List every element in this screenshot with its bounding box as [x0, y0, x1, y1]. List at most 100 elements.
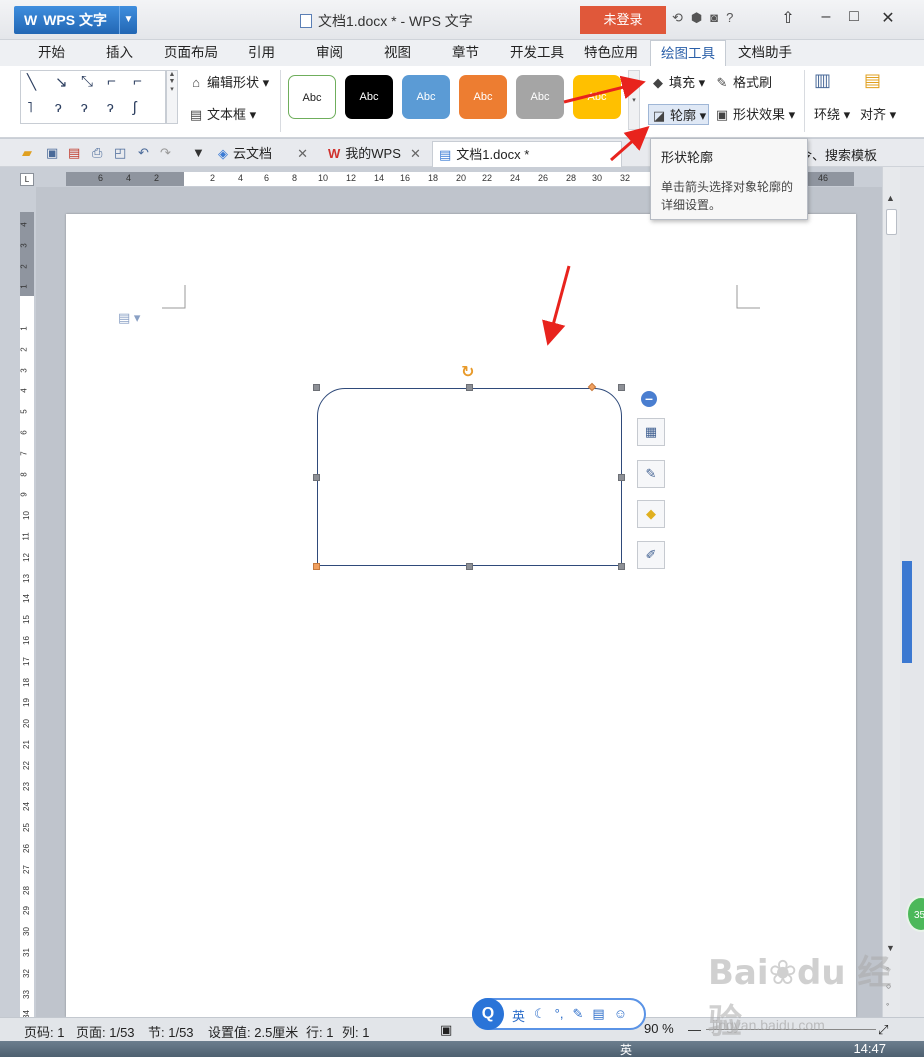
wps-app-menu-button[interactable]: W WPS 文字 ▼ — [14, 6, 137, 34]
wrench-icon[interactable]: ✎ — [572, 1006, 583, 1025]
resize-handle-r[interactable] — [618, 474, 625, 481]
tab-stop-selector[interactable]: L — [20, 173, 34, 186]
shape-style-blue[interactable]: Abc — [402, 75, 450, 119]
ime-toolbar[interactable]: Q 英 ☾ °, ✎ ▤ ☺ — [472, 998, 646, 1030]
arrow-line-icon[interactable]: ↘ — [55, 73, 68, 91]
emoji-icon[interactable]: ☺ — [614, 1006, 627, 1025]
resize-handle-bl[interactable] — [313, 563, 320, 570]
text-box-button[interactable]: ▤ 文本框 ▾ — [188, 104, 256, 123]
layout-options-icon[interactable]: ▦ — [637, 418, 665, 446]
wrap-button[interactable]: 环绕 ▾ — [814, 104, 850, 123]
customize-dropdown-icon[interactable]: ▼ — [192, 145, 205, 160]
align-button[interactable]: 对齐 ▾ — [860, 104, 896, 123]
fill-button[interactable]: ◆ 填充 ▾ — [650, 72, 705, 91]
wrap-icon[interactable]: ▥ — [814, 70, 831, 91]
resize-handle-l[interactable] — [313, 474, 320, 481]
tab-section[interactable]: 章节 — [452, 40, 479, 66]
tab-developer[interactable]: 开发工具 — [510, 40, 564, 66]
align-icon[interactable]: ▤ — [864, 70, 881, 91]
zoom-out-button[interactable]: — — [688, 1022, 701, 1037]
tab-doc-assistant[interactable]: 文档助手 — [738, 40, 792, 66]
feedback-icon[interactable]: ◙ — [710, 10, 718, 26]
shape-effect-button[interactable]: ▣ 形状效果 ▾ — [714, 104, 795, 123]
shape-style-gray[interactable]: Abc — [516, 75, 564, 119]
shape-style-orange[interactable]: Abc — [459, 75, 507, 119]
scroll-up-icon[interactable]: ▲ — [886, 193, 895, 203]
export-pdf-icon[interactable]: ▤ — [68, 145, 80, 161]
shapes-gallery[interactable]: ╲ ↘ ⤡ ⌐ ⌐ ˥ ɂ ɂ ɂ ʃ — [20, 70, 166, 124]
ime-language-toggle[interactable]: 英 — [512, 1006, 525, 1025]
double-arrow-line-icon[interactable]: ⤡ — [81, 73, 93, 90]
clipboard-icon[interactable]: ▤ — [592, 1006, 604, 1025]
styles-scrollbar[interactable]: ▾ — [628, 70, 640, 130]
outline-tooltip: 形状轮廓 单击箭头选择对象轮廓的详细设置。 — [650, 138, 808, 220]
fill-color-icon[interactable]: ◆ — [637, 500, 665, 528]
curve-double-arrow-icon[interactable]: ɂ — [107, 99, 114, 116]
tab-my-wps[interactable]: W 我的WPS ✕ — [322, 141, 421, 167]
shape-style-white[interactable]: Abc — [288, 75, 336, 119]
maximize-button[interactable]: □ — [842, 8, 866, 26]
tab-special[interactable]: 特色应用 — [584, 40, 638, 66]
print-preview-icon[interactable]: ◰ — [114, 145, 126, 161]
shape-style-gold[interactable]: Abc — [573, 75, 621, 119]
collapse-tools-button[interactable]: – — [641, 391, 657, 407]
resize-handle-b[interactable] — [466, 563, 473, 570]
resize-handle-t[interactable] — [466, 384, 473, 391]
curve-connector-icon[interactable]: ɂ — [55, 99, 62, 116]
rounded-rectangle-shape[interactable] — [317, 388, 622, 566]
vertical-scrollbar[interactable]: ▲ ▼ ◦ ○ ◦ — [882, 167, 900, 1017]
outline-button[interactable]: ◪ 轮廓 ▾ — [648, 104, 710, 125]
resize-handle-br[interactable] — [618, 563, 625, 570]
side-panel-toggle[interactable] — [902, 561, 912, 663]
elbow-connector-icon[interactable]: ⌐ — [107, 73, 116, 90]
tab-cloud-docs[interactable]: ◈ 云文档 ✕ — [212, 141, 308, 167]
close-button[interactable]: ✕ — [876, 8, 900, 28]
undo-icon[interactable]: ↶ — [138, 145, 149, 161]
resize-handle-tr[interactable] — [618, 384, 625, 391]
tab-review[interactable]: 审阅 — [316, 40, 343, 66]
moon-icon[interactable]: ☾ — [534, 1006, 546, 1025]
close-icon[interactable]: ✕ — [297, 141, 308, 167]
tab-references[interactable]: 引用 — [248, 40, 275, 66]
freeform-curve-icon[interactable]: ʃ — [133, 99, 136, 116]
vertical-ruler[interactable]: 4 3 2 1 1 2 3 4 5 6 7 8 9 10 11 12 13 14 15 16 17 18 19 20 21 22 2… — [20, 212, 34, 1019]
rotate-handle-icon[interactable]: ↻ — [461, 362, 474, 382]
tab-home[interactable]: 开始 — [38, 40, 65, 66]
close-icon[interactable]: ✕ — [410, 141, 421, 167]
punctuation-icon[interactable]: °, — [555, 1006, 564, 1025]
tab-view[interactable]: 视图 — [384, 40, 411, 66]
gallery-scrollbar[interactable]: ▲ ▼ ▾ — [166, 70, 178, 124]
format-painter-button[interactable]: ✎ 格式刷 — [714, 72, 772, 91]
shape-style-black[interactable]: Abc — [345, 75, 393, 119]
taskbar-ime[interactable]: 英 — [620, 1041, 632, 1057]
minimize-button[interactable]: – — [814, 8, 838, 26]
fullscreen-icon[interactable]: ▣ — [440, 1022, 452, 1038]
save-icon[interactable]: ▣ — [46, 145, 58, 161]
text-box-label: 文本框 — [207, 107, 247, 122]
tab-document1[interactable]: ▤ 文档1.docx * — [432, 141, 622, 167]
tab-drawing-tools[interactable]: 绘图工具 — [650, 40, 726, 66]
chevron-down-icon[interactable]: ▼ — [119, 6, 137, 34]
login-button[interactable]: 未登录 — [580, 6, 666, 34]
print-icon[interactable]: ⎙ — [92, 145, 102, 161]
help-icon[interactable]: ? — [726, 10, 733, 26]
settings-icon[interactable]: ⬢ — [691, 10, 702, 26]
paragraph-layout-icon[interactable]: ▤ ▾ — [118, 310, 140, 326]
tab-insert[interactable]: 插入 — [106, 40, 133, 66]
tab-layout[interactable]: 页面布局 — [164, 40, 218, 66]
open-folder-icon[interactable]: ▰ — [22, 145, 32, 161]
elbow-double-arrow-icon[interactable]: ˥ — [27, 99, 33, 116]
document-page[interactable] — [66, 214, 856, 1017]
edit-shape-pencil-icon[interactable]: ✎ — [637, 460, 665, 488]
elbow-arrow-icon[interactable]: ⌐ — [133, 73, 142, 90]
scroll-thumb[interactable] — [886, 209, 897, 235]
line-shape-icon[interactable]: ╲ — [27, 73, 36, 91]
skin-icon[interactable]: ⟲ — [672, 10, 683, 26]
curve-arrow-icon[interactable]: ɂ — [81, 99, 88, 116]
redo-icon[interactable]: ↷ — [160, 145, 171, 161]
outline-color-icon[interactable]: ✐ — [637, 541, 665, 569]
edit-shape-button[interactable]: ⌂ 编辑形状 ▾ — [188, 72, 269, 91]
resize-handle-tl[interactable] — [313, 384, 320, 391]
upload-icon[interactable]: ⇧ — [776, 8, 800, 28]
ime-logo-icon[interactable]: Q — [472, 998, 504, 1030]
